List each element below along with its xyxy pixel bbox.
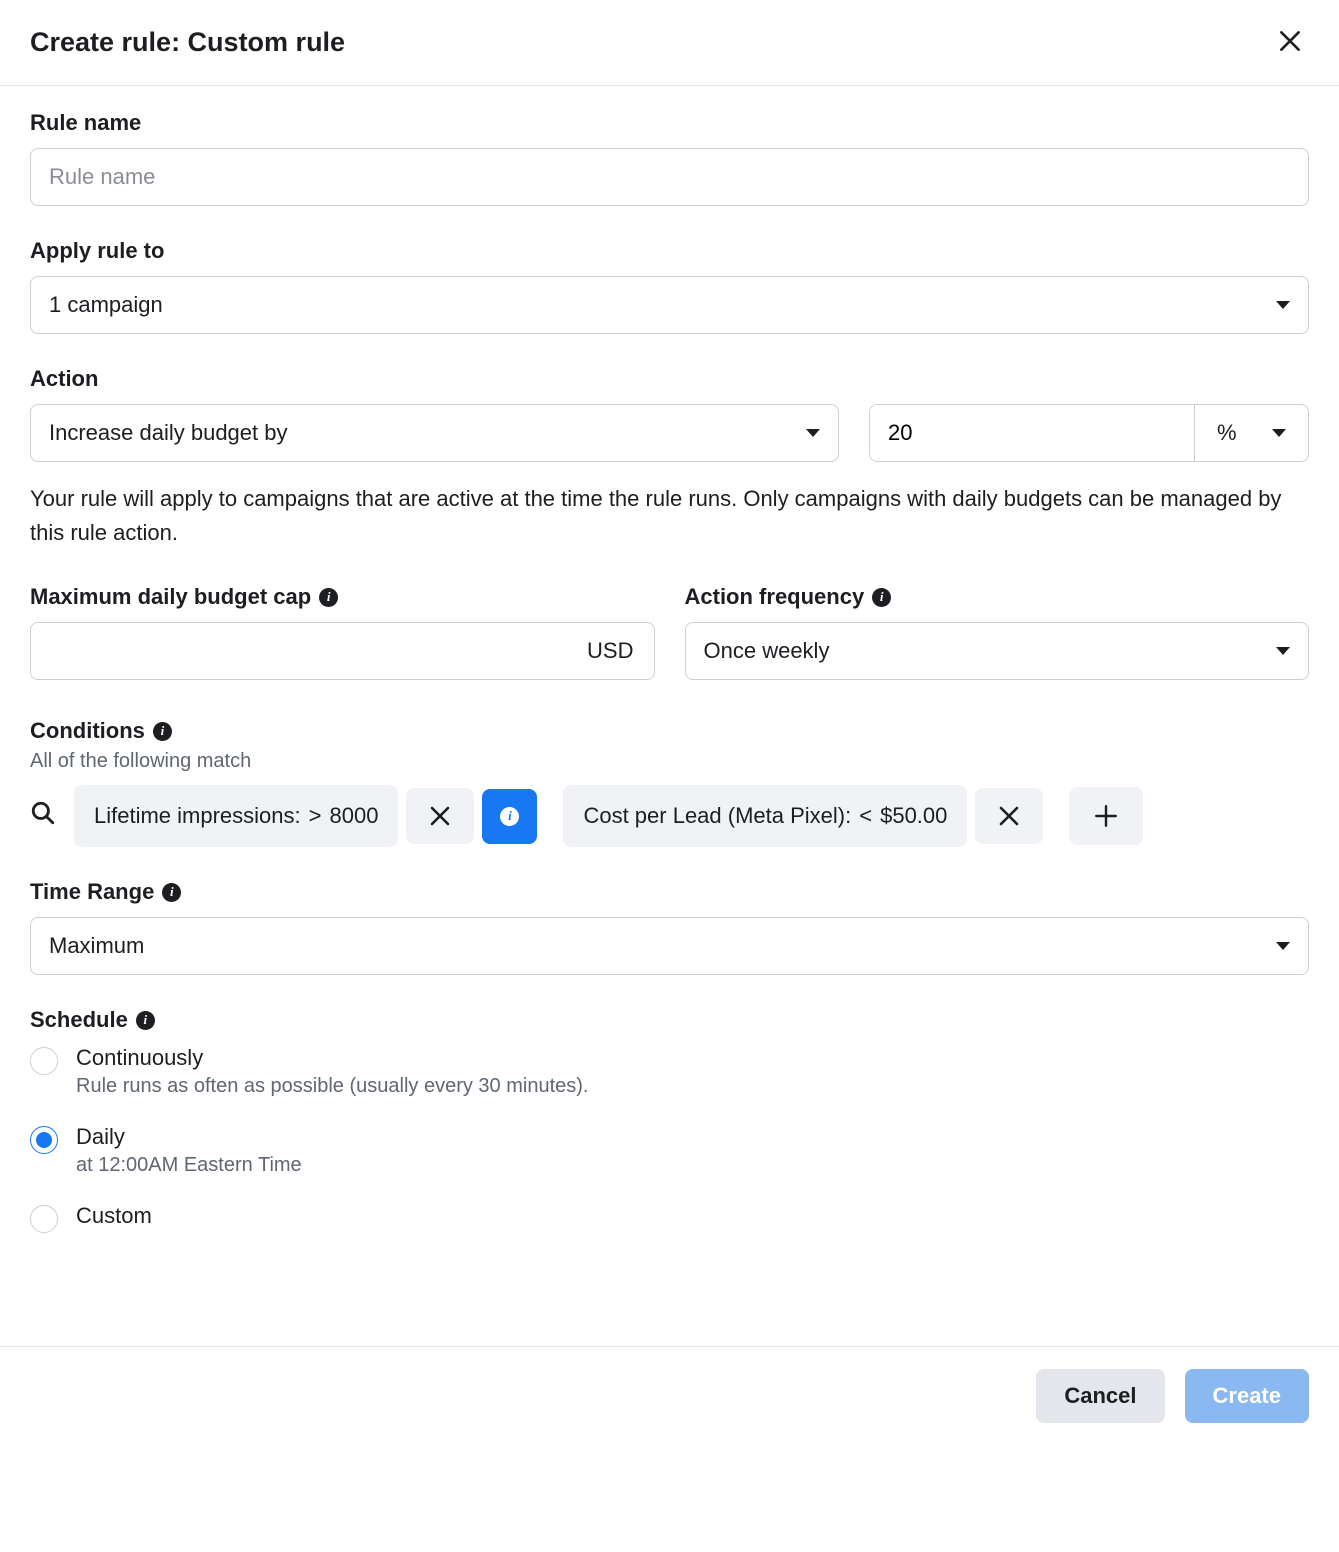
modal-title: Create rule: Custom rule bbox=[30, 27, 345, 58]
action-amount-wrap: % bbox=[869, 404, 1309, 462]
schedule-option-continuously[interactable]: Continuously Rule runs as often as possi… bbox=[30, 1045, 1309, 1098]
schedule-option-custom[interactable]: Custom bbox=[30, 1203, 1309, 1233]
close-icon bbox=[1277, 28, 1303, 54]
info-icon[interactable]: i bbox=[319, 588, 338, 607]
action-description: Your rule will apply to campaigns that a… bbox=[30, 482, 1309, 550]
plus-icon bbox=[1093, 803, 1119, 829]
conditions-subtext: All of the following match bbox=[30, 750, 1309, 773]
schedule-group: Schedule i Continuously Rule runs as oft… bbox=[30, 1007, 1309, 1233]
modal-header: Create rule: Custom rule bbox=[0, 0, 1339, 86]
info-icon: i bbox=[500, 807, 519, 826]
conditions-group: Conditions i All of the following match … bbox=[30, 718, 1309, 847]
cancel-button[interactable]: Cancel bbox=[1036, 1369, 1164, 1423]
remove-condition-button[interactable] bbox=[975, 788, 1043, 844]
budget-cap-group: Maximum daily budget cap i USD bbox=[30, 584, 655, 680]
apply-to-label: Apply rule to bbox=[30, 238, 1309, 264]
search-icon bbox=[30, 800, 56, 826]
time-range-group: Time Range i Maximum bbox=[30, 879, 1309, 975]
condition-chip[interactable]: Lifetime impressions: > 8000 bbox=[74, 785, 398, 847]
apply-to-select[interactable]: 1 campaign bbox=[30, 276, 1309, 334]
info-icon[interactable]: i bbox=[153, 722, 172, 741]
action-unit-value: % bbox=[1217, 420, 1237, 446]
action-amount-input[interactable] bbox=[870, 405, 1194, 461]
remove-condition-button[interactable] bbox=[406, 788, 474, 844]
modal-body: Rule name Apply rule to 1 campaign Actio… bbox=[0, 86, 1339, 1346]
create-button[interactable]: Create bbox=[1185, 1369, 1309, 1423]
action-unit-select[interactable]: % bbox=[1194, 405, 1308, 461]
info-icon[interactable]: i bbox=[136, 1011, 155, 1030]
create-rule-modal: Create rule: Custom rule Rule name Apply… bbox=[0, 0, 1339, 1445]
close-icon bbox=[428, 804, 452, 828]
apply-to-value: 1 campaign bbox=[49, 292, 163, 318]
frequency-label: Action frequency i bbox=[685, 584, 1310, 610]
rule-name-group: Rule name bbox=[30, 110, 1309, 206]
frequency-group: Action frequency i Once weekly bbox=[685, 584, 1310, 680]
radio-icon bbox=[30, 1205, 58, 1233]
radio-icon bbox=[30, 1126, 58, 1154]
time-range-value: Maximum bbox=[49, 933, 144, 959]
modal-footer: Cancel Create bbox=[0, 1346, 1339, 1445]
action-label: Action bbox=[30, 366, 1309, 392]
frequency-value: Once weekly bbox=[704, 638, 830, 664]
condition-chip[interactable]: Cost per Lead (Meta Pixel): < $50.00 bbox=[563, 785, 967, 847]
budget-cap-input[interactable] bbox=[31, 623, 579, 679]
chevron-down-icon bbox=[806, 429, 820, 437]
frequency-select[interactable]: Once weekly bbox=[685, 622, 1310, 680]
close-button[interactable] bbox=[1271, 22, 1309, 63]
schedule-option-daily[interactable]: Daily at 12:00AM Eastern Time bbox=[30, 1124, 1309, 1177]
apply-to-group: Apply rule to 1 campaign bbox=[30, 238, 1309, 334]
schedule-label: Schedule i bbox=[30, 1007, 1309, 1033]
budget-cap-currency: USD bbox=[579, 623, 653, 679]
close-icon bbox=[997, 804, 1021, 828]
add-condition-button[interactable] bbox=[1069, 787, 1143, 845]
action-select[interactable]: Increase daily budget by bbox=[30, 404, 839, 462]
rule-name-input[interactable] bbox=[30, 148, 1309, 206]
time-range-label: Time Range i bbox=[30, 879, 1309, 905]
time-range-select[interactable]: Maximum bbox=[30, 917, 1309, 975]
info-icon[interactable]: i bbox=[162, 883, 181, 902]
condition-info-badge[interactable]: i bbox=[482, 789, 537, 844]
cap-freq-row: Maximum daily budget cap i USD Action fr… bbox=[30, 584, 1309, 680]
budget-cap-label: Maximum daily budget cap i bbox=[30, 584, 655, 610]
conditions-row: Lifetime impressions: > 8000 i Cost per … bbox=[30, 785, 1309, 847]
chevron-down-icon bbox=[1276, 942, 1290, 950]
chevron-down-icon bbox=[1272, 429, 1286, 437]
rule-name-label: Rule name bbox=[30, 110, 1309, 136]
conditions-label: Conditions i bbox=[30, 718, 1309, 744]
action-group: Action Increase daily budget by % Your r… bbox=[30, 366, 1309, 550]
search-conditions[interactable] bbox=[30, 794, 66, 838]
info-icon[interactable]: i bbox=[872, 588, 891, 607]
chevron-down-icon bbox=[1276, 301, 1290, 309]
chevron-down-icon bbox=[1276, 647, 1290, 655]
action-select-value: Increase daily budget by bbox=[49, 420, 288, 446]
radio-icon bbox=[30, 1047, 58, 1075]
